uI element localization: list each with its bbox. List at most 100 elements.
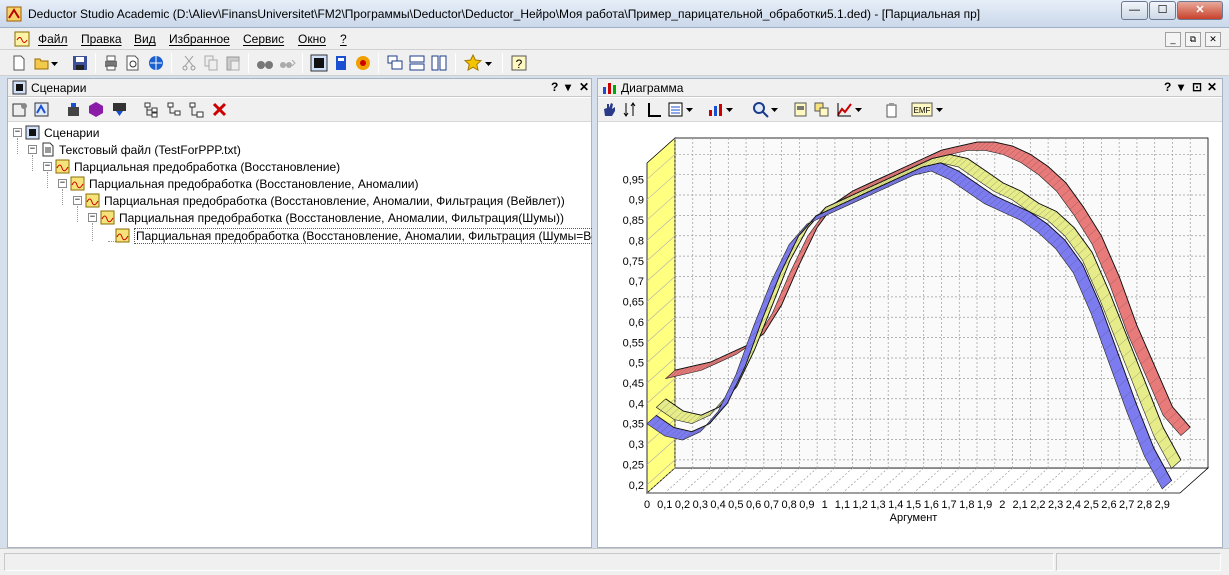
zoom-dropdown-icon[interactable] <box>770 101 779 118</box>
x-tick-label: 2,7 <box>1119 499 1134 511</box>
help-icon[interactable]: ? <box>510 54 528 72</box>
sort-icon[interactable] <box>622 101 639 118</box>
cut-icon[interactable] <box>180 54 198 72</box>
x-tick-label: 1,4 <box>888 499 903 511</box>
cascade-windows-icon[interactable] <box>386 54 404 72</box>
panel-pin-button[interactable]: ▾ <box>1178 80 1184 94</box>
scenarios-view-icon[interactable] <box>310 54 328 72</box>
tree-node-label: Парциальная предобработка (Восстановлени… <box>89 177 419 191</box>
window-title: Deductor Studio Academic (D:\Aliev\Finan… <box>28 7 981 21</box>
title-bar: Deductor Studio Academic (D:\Aliev\Finan… <box>0 0 1229 28</box>
menu-window[interactable]: Окно <box>298 32 326 46</box>
status-cell-info <box>1056 553 1221 571</box>
chart-series-icon[interactable] <box>836 101 853 118</box>
tree-expander[interactable]: − <box>43 162 52 171</box>
y-tick-label: 0,2 <box>629 480 644 492</box>
menu-favorites[interactable]: Избранное <box>169 32 230 46</box>
x-tick-label: 1,8 <box>959 499 974 511</box>
mdi-minimize-button[interactable]: _ <box>1165 32 1181 47</box>
favorites-star-icon[interactable] <box>464 54 482 72</box>
wizard-icon[interactable] <box>354 54 372 72</box>
processing-wizard-icon[interactable] <box>65 101 82 118</box>
menu-view[interactable]: Вид <box>134 32 156 46</box>
chart-type-dropdown-icon[interactable] <box>725 101 734 118</box>
panel-close-button[interactable]: ✕ <box>1207 80 1217 94</box>
save-icon[interactable] <box>71 54 89 72</box>
menu-help[interactable]: ? <box>340 32 347 46</box>
scenario-properties-icon[interactable] <box>12 101 29 118</box>
panel-help-button[interactable]: ? <box>1164 80 1171 94</box>
close-button[interactable]: ✕ <box>1177 1 1223 20</box>
panel-float-button[interactable]: ⊡ <box>1192 80 1202 94</box>
y-tick-label: 0,7 <box>629 276 644 288</box>
legend-icon[interactable] <box>667 101 684 118</box>
tree-expander[interactable]: − <box>88 213 97 222</box>
tree-expander[interactable]: − <box>73 196 82 205</box>
print-icon[interactable] <box>102 54 120 72</box>
minimize-button[interactable]: — <box>1121 1 1148 20</box>
print-preview-icon[interactable] <box>124 54 142 72</box>
panel-pin-button[interactable]: ▾ <box>565 80 571 94</box>
tree-expander[interactable]: − <box>13 128 22 137</box>
visualization-wizard-icon[interactable] <box>88 101 105 118</box>
y-tick-label: 0,85 <box>623 215 644 227</box>
open-folder-icon[interactable] <box>33 54 51 72</box>
tree-sort-icon[interactable] <box>188 101 205 118</box>
copy-icon[interactable] <box>202 54 220 72</box>
partial-processing-icon <box>115 228 130 243</box>
mdi-close-button[interactable]: ✕ <box>1205 32 1221 47</box>
x-tick-label: 0,6 <box>746 499 761 511</box>
x-tick-label: 0,3 <box>693 499 708 511</box>
find-binoculars-icon[interactable] <box>256 54 274 72</box>
menu-file[interactable]: Файл <box>38 32 68 46</box>
tree-expand-icon[interactable] <box>143 101 160 118</box>
menu-service[interactable]: Сервис <box>243 32 284 46</box>
export-emf-icon[interactable]: EMF <box>911 101 933 118</box>
status-cell-main <box>4 553 1054 571</box>
tile-horizontal-icon[interactable] <box>408 54 426 72</box>
axes-icon[interactable] <box>646 101 663 118</box>
zoom-icon[interactable] <box>752 101 769 118</box>
x-tick-label: 1,9 <box>977 499 992 511</box>
legend-dropdown-icon[interactable] <box>685 101 694 118</box>
tile-vertical-icon[interactable] <box>430 54 448 72</box>
toolbar-separator <box>302 53 303 73</box>
chart-type-icon[interactable] <box>707 101 724 118</box>
panel-close-button[interactable]: ✕ <box>579 80 589 94</box>
maximize-button[interactable]: ☐ <box>1149 1 1176 20</box>
chart-side-wall <box>646 137 676 494</box>
find-next-icon[interactable] <box>278 54 296 72</box>
series-dropdown-icon[interactable] <box>854 101 863 118</box>
partial-processing-icon <box>70 176 85 191</box>
page-setup-icon[interactable] <box>792 101 809 118</box>
tree-expander[interactable]: − <box>28 145 37 154</box>
favorites-dropdown-icon[interactable] <box>484 54 493 72</box>
y-tick-label: 0,75 <box>623 256 644 268</box>
import-wizard-icon[interactable] <box>33 101 50 118</box>
web-globe-icon[interactable] <box>147 54 165 72</box>
tree-collapse-icon[interactable] <box>166 101 183 118</box>
y-tick-label: 0,4 <box>629 398 644 410</box>
tree-expander[interactable]: − <box>58 179 67 188</box>
tree-node-label: Сценарии <box>44 126 100 140</box>
paste-icon[interactable] <box>224 54 242 72</box>
x-tick-label: 1,3 <box>870 499 885 511</box>
export-wizard-icon[interactable] <box>111 101 128 118</box>
toolbar-separator <box>95 53 96 73</box>
delete-icon[interactable] <box>211 101 228 118</box>
copy-chart-icon[interactable] <box>813 101 830 118</box>
x-tick-label: 1,6 <box>924 499 939 511</box>
toolbar-separator <box>378 53 379 73</box>
menu-edit[interactable]: Правка <box>81 32 122 46</box>
export-dropdown-icon[interactable] <box>935 101 944 118</box>
new-file-icon[interactable] <box>10 54 28 72</box>
clipboard-icon[interactable] <box>883 101 900 118</box>
y-tick-label: 0,45 <box>623 378 644 390</box>
panel-help-button[interactable]: ? <box>551 80 558 94</box>
mdi-restore-button[interactable]: ⧉ <box>1185 32 1201 47</box>
scenarios-panel: Сценарии ? ▾ ✕ − Сценарии − Текстовый фа… <box>7 78 640 548</box>
book-icon[interactable] <box>332 54 350 72</box>
chart-panel-title: Диаграмма <box>621 81 684 95</box>
open-dropdown-icon[interactable] <box>50 54 59 72</box>
pan-hand-icon[interactable] <box>601 101 618 118</box>
